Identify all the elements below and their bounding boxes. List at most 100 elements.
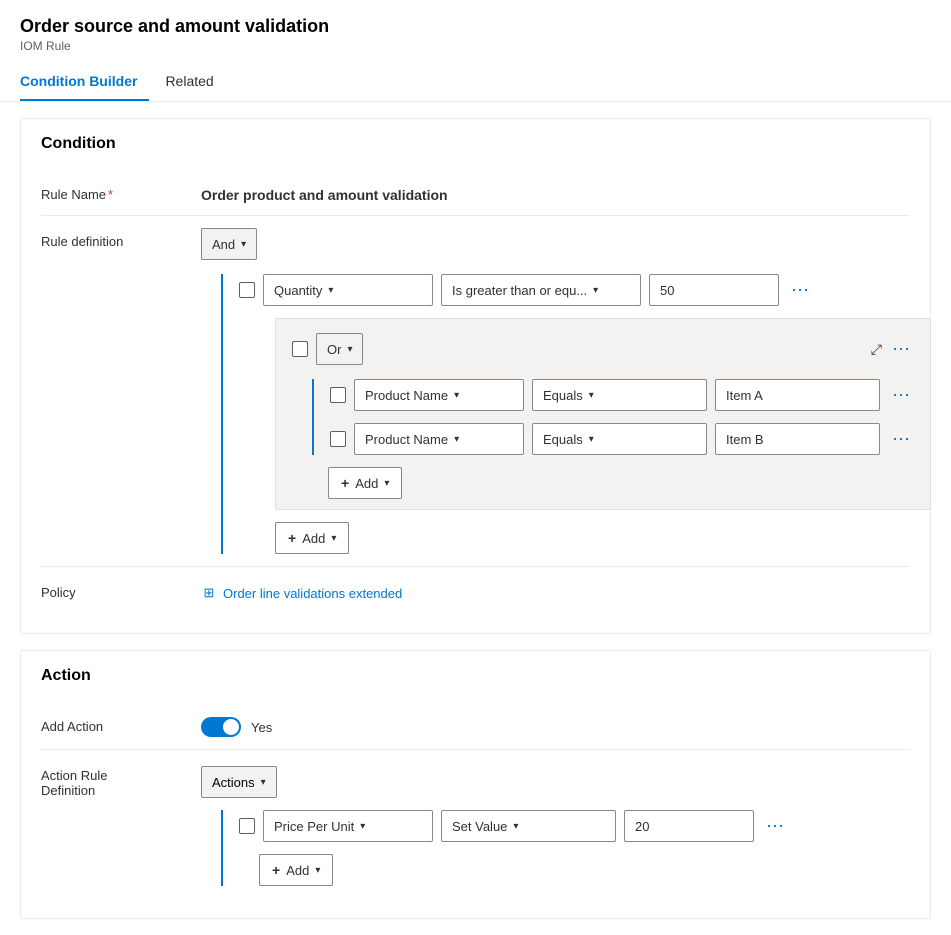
tab-related[interactable]: Related [165, 63, 225, 101]
quantity-value-input[interactable]: 50 [649, 274, 779, 306]
set-value-operator-dropdown[interactable]: Set Value ▾ [441, 810, 616, 842]
price-per-unit-field-label: Price Per Unit [274, 819, 354, 834]
product-name-2-operator-dropdown[interactable]: Equals ▾ [532, 423, 707, 455]
condition-add-chevron-icon: ▾ [331, 533, 336, 544]
quantity-field-dropdown[interactable]: Quantity ▾ [263, 274, 433, 306]
product-name-1-operator-label: Equals [543, 388, 583, 403]
action-rule-content: Actions ▾ Price Per Unit ▾ Set Value ▾ [201, 766, 910, 886]
condition-card: Condition Rule Name* Order product and a… [20, 118, 931, 634]
actions-dropdown[interactable]: Actions ▾ [201, 766, 277, 798]
add-action-toggle[interactable] [201, 717, 241, 737]
rule-name-value: Order product and amount validation [201, 181, 910, 203]
policy-label: Policy [41, 579, 201, 600]
quantity-operator-dropdown[interactable]: Is greater than or equ... ▾ [441, 274, 641, 306]
and-label: And [212, 237, 235, 252]
toggle-thumb [223, 719, 239, 735]
add-action-row: Add Action Yes [41, 701, 910, 750]
or-group-more-button[interactable]: ⋯ [888, 338, 914, 360]
policy-icon: ⊞ [201, 585, 217, 601]
or-add-plus-icon: + [341, 475, 349, 491]
price-per-unit-field-dropdown[interactable]: Price Per Unit ▾ [263, 810, 433, 842]
actions-label: Actions [212, 775, 255, 790]
page-title: Order source and amount validation [20, 16, 931, 37]
outer-add-wrapper: + Add ▾ [275, 522, 931, 554]
or-group-header-left: Or ▾ [292, 333, 363, 365]
action-add-chevron-icon: ▾ [315, 865, 320, 876]
quantity-field-label: Quantity [274, 283, 322, 298]
quantity-operator-chevron: ▾ [593, 285, 598, 296]
add-action-label: Add Action [41, 713, 201, 734]
or-label: Or [327, 342, 341, 357]
set-value-label: Set Value [452, 819, 507, 834]
product-name-1-operator-dropdown[interactable]: Equals ▾ [532, 379, 707, 411]
main-connector: Quantity ▾ Is greater than or equ... ▾ 5… [221, 274, 931, 554]
product-name-1-field-label: Product Name [365, 388, 448, 403]
action-card: Action Add Action Yes Action Rule Defini… [20, 650, 931, 919]
product-name-2-more-button[interactable]: ⋯ [888, 428, 914, 450]
action-add-button[interactable]: + Add ▾ [259, 854, 333, 886]
tab-condition-builder[interactable]: Condition Builder [20, 63, 149, 101]
or-connector: Product Name ▾ Equals ▾ Item A ⋯ [312, 379, 914, 455]
condition-heading: Condition [41, 135, 910, 153]
action-add-plus-icon: + [272, 862, 280, 878]
product-name-1-field-dropdown[interactable]: Product Name ▾ [354, 379, 524, 411]
rule-definition-row: Rule definition And ▾ Quantity ▾ [41, 216, 910, 567]
policy-value: ⊞ Order line validations extended [201, 579, 910, 601]
product-name-1-value[interactable]: Item A [715, 379, 880, 411]
product-name-2-operator-label: Equals [543, 432, 583, 447]
condition-add-label: Add [302, 531, 325, 546]
product-name-2-field-label: Product Name [365, 432, 448, 447]
or-add-chevron-icon: ▾ [384, 478, 389, 489]
policy-row: Policy ⊞ Order line validations extended [41, 567, 910, 613]
price-per-unit-checkbox[interactable] [239, 818, 255, 834]
action-row-more-button[interactable]: ⋯ [762, 815, 788, 837]
actions-chevron-icon: ▾ [261, 777, 266, 788]
quantity-field-chevron: ▾ [328, 285, 333, 296]
policy-link-text: Order line validations extended [223, 586, 402, 601]
product-name-1-field-chevron: ▾ [454, 390, 459, 401]
rule-definition-label: Rule definition [41, 228, 201, 249]
rule-name-label: Rule Name* [41, 181, 201, 202]
or-chevron-icon: ▾ [347, 344, 352, 355]
price-per-unit-row: Price Per Unit ▾ Set Value ▾ 20 ⋯ [239, 810, 910, 842]
or-group-add-button[interactable]: + Add ▾ [328, 467, 402, 499]
and-chevron-icon: ▾ [241, 239, 246, 250]
action-rule-label: Action Rule Definition [41, 762, 201, 798]
or-group-checkbox[interactable] [292, 341, 308, 357]
page-subtitle: IOM Rule [20, 39, 931, 53]
policy-link[interactable]: ⊞ Order line validations extended [201, 579, 402, 601]
or-dropdown[interactable]: Or ▾ [316, 333, 363, 365]
or-group-icons: ⤢ ⋯ [871, 338, 914, 360]
set-value-chevron-icon: ▾ [513, 821, 518, 832]
add-action-value: Yes [201, 713, 910, 737]
tabs-bar: Condition Builder Related [0, 63, 951, 102]
action-value-input[interactable]: 20 [624, 810, 754, 842]
action-heading: Action [41, 667, 910, 685]
rule-name-row: Rule Name* Order product and amount vali… [41, 169, 910, 216]
or-group: Or ▾ ⤢ ⋯ [275, 318, 931, 510]
product-name-1-operator-chevron: ▾ [589, 390, 594, 401]
product-name-2-field-dropdown[interactable]: Product Name ▾ [354, 423, 524, 455]
price-per-unit-field-chevron: ▾ [360, 821, 365, 832]
product-name-2-field-chevron: ▾ [454, 434, 459, 445]
product-name-2-checkbox[interactable] [330, 431, 346, 447]
toggle-label: Yes [251, 720, 272, 735]
collapse-icon[interactable]: ⤢ [871, 341, 882, 358]
product-name-1-more-button[interactable]: ⋯ [888, 384, 914, 406]
and-dropdown[interactable]: And ▾ [201, 228, 257, 260]
product-name-1-checkbox[interactable] [330, 387, 346, 403]
product-name-2-operator-chevron: ▾ [589, 434, 594, 445]
or-add-label: Add [355, 476, 378, 491]
condition-add-button[interactable]: + Add ▾ [275, 522, 349, 554]
product-name-row-1: Product Name ▾ Equals ▾ Item A ⋯ [330, 379, 914, 411]
quantity-checkbox[interactable] [239, 282, 255, 298]
product-name-row-2: Product Name ▾ Equals ▾ Item B ⋯ [330, 423, 914, 455]
action-connector: Price Per Unit ▾ Set Value ▾ 20 ⋯ + Add [221, 810, 910, 886]
or-group-header: Or ▾ ⤢ ⋯ [292, 333, 914, 365]
toggle-wrap: Yes [201, 713, 910, 737]
quantity-condition-row: Quantity ▾ Is greater than or equ... ▾ 5… [239, 274, 931, 306]
quantity-more-button[interactable]: ⋯ [787, 279, 813, 301]
action-add-label: Add [286, 863, 309, 878]
quantity-operator-label: Is greater than or equ... [452, 283, 587, 298]
product-name-2-value[interactable]: Item B [715, 423, 880, 455]
